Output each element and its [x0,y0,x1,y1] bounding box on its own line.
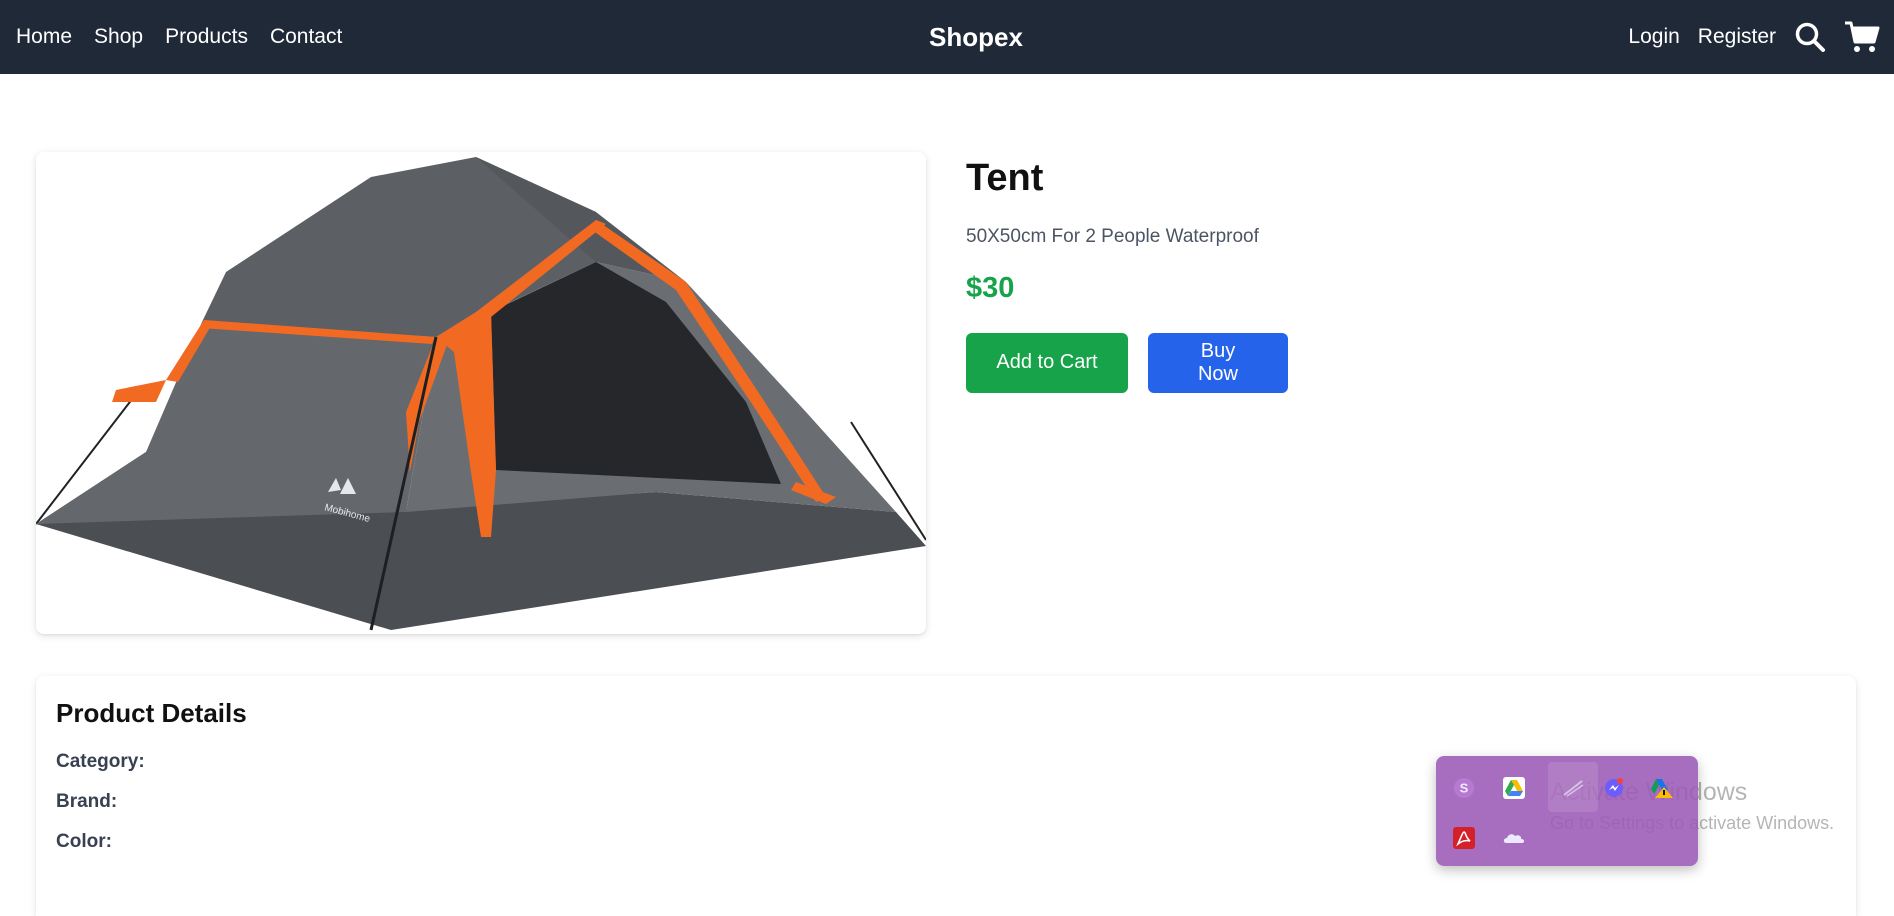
register-link[interactable]: Register [1698,25,1776,49]
nav-link-home[interactable]: Home [16,25,72,49]
messenger-icon[interactable] [1600,774,1628,802]
buy-now-button[interactable]: Buy Now [1148,332,1288,393]
drive-warning-icon[interactable] [1648,774,1676,802]
search-icon[interactable] [1794,21,1826,53]
brand-logo-text[interactable]: Shopex [929,22,1023,53]
top-navbar: Home Shop Products Contact Shopex Login … [0,0,1894,74]
nav-link-shop[interactable]: Shop [94,25,143,49]
details-title: Product Details [56,698,247,728]
pen-icon[interactable] [1548,762,1598,812]
product-image-card: Mobihome [36,152,926,634]
main-nav: Home Shop Products Contact [16,0,342,74]
nav-link-contact[interactable]: Contact [270,25,342,49]
svg-text:S: S [1460,781,1469,796]
product-description: 50X50cm For 2 People Waterproof [966,225,1259,247]
skype-icon[interactable]: S [1450,774,1478,802]
onedrive-icon[interactable] [1500,824,1528,852]
product-image: Mobihome [36,152,926,634]
product-price: $30 [966,271,1015,304]
system-tray-overflow: S [1436,756,1698,866]
product-info: Tent 50X50cm For 2 People Waterproof $30… [966,152,1666,393]
acrobat-icon[interactable] [1450,824,1478,852]
add-to-cart-button[interactable]: Add to Cart [966,332,1128,393]
product-actions: Add to Cart Buy Now [966,332,1666,393]
google-drive-icon[interactable] [1500,774,1528,802]
cart-icon[interactable] [1844,20,1880,54]
login-link[interactable]: Login [1628,25,1679,49]
nav-actions: Login Register [1628,0,1880,74]
nav-link-products[interactable]: Products [165,25,248,49]
product-title: Tent [966,157,1044,199]
